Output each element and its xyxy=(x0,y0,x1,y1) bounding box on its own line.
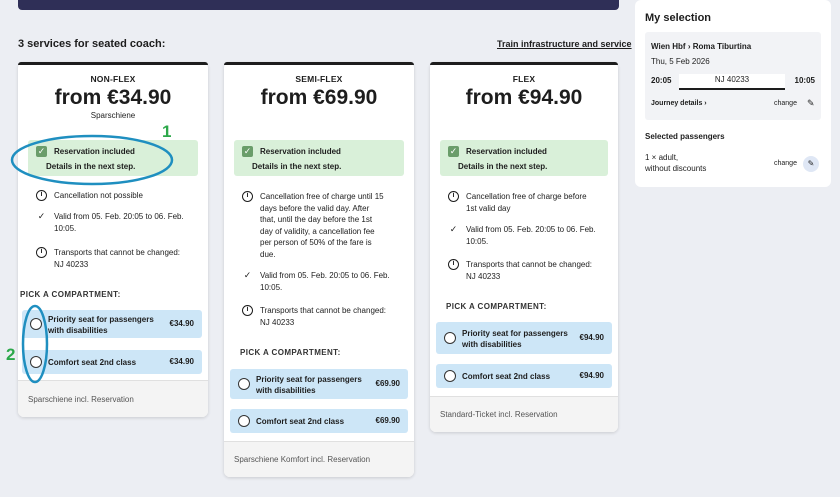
highlight-ellipse-reservation xyxy=(10,134,174,186)
highlight-ellipse-radios xyxy=(21,304,49,384)
annotation-overlay xyxy=(10,134,174,384)
annotation-marker-2: 2 xyxy=(6,345,16,364)
annotation-marker-1: 1 xyxy=(162,122,172,141)
